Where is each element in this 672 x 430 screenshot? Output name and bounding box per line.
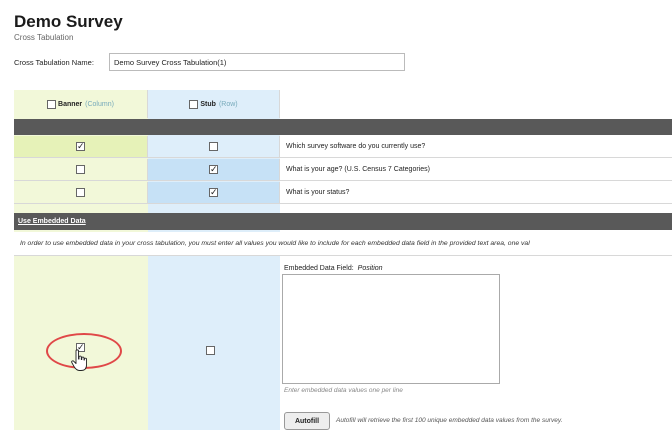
autofill-button[interactable]: Autofill: [284, 412, 330, 430]
embedded-field-value: Position: [357, 265, 383, 272]
banner-select-all-checkbox[interactable]: [47, 99, 57, 109]
stub-cell: ✓: [148, 159, 280, 180]
embedded-stub-checkbox[interactable]: [206, 346, 215, 355]
banner-cell: ✓: [14, 136, 148, 157]
stub-header-label: Stub: [200, 100, 216, 108]
crosstab-name-input[interactable]: [109, 53, 405, 71]
banner-checkbox[interactable]: ✓: [76, 142, 85, 151]
stub-cell: [148, 136, 280, 157]
hand-cursor-icon: [71, 349, 87, 371]
banner-header-label: Banner: [58, 100, 83, 108]
stub-header-sub: (Row): [218, 100, 238, 108]
embedded-values-textarea[interactable]: [282, 274, 500, 384]
banner-cell: [14, 159, 148, 180]
use-embedded-data-link[interactable]: Use Embedded Data: [14, 213, 672, 230]
banner-header[interactable]: Banner (Column): [14, 90, 148, 118]
banner-header-sub: (Column): [85, 100, 114, 108]
question-text: Which survey software do you currently u…: [286, 143, 426, 150]
embedded-field-label-text: Embedded Data Field:: [284, 265, 354, 272]
stub-cell: ✓: [148, 182, 280, 203]
crosstab-name-label: Cross Tabulation Name:: [14, 58, 94, 67]
banner-checkbox[interactable]: [76, 188, 85, 197]
stub-header[interactable]: Stub (Row): [148, 90, 280, 118]
embedded-field-label: Embedded Data Field: Position: [284, 265, 383, 272]
embedded-data-note: In order to use embedded data in your cr…: [14, 232, 672, 256]
question-row: ✓ What is your age? (U.S. Census 7 Categ…: [14, 159, 672, 181]
page-subtitle: Cross Tabulation: [14, 33, 74, 42]
banner-checkbox[interactable]: [76, 165, 85, 174]
question-text: What is your age? (U.S. Census 7 Categor…: [286, 166, 430, 173]
stub-checkbox[interactable]: ✓: [209, 165, 218, 174]
embedded-values-help: Enter embedded data values one per line: [284, 387, 403, 394]
section-divider: [14, 119, 672, 135]
question-row: ✓ Which survey software do you currently…: [14, 136, 672, 158]
stub-checkbox[interactable]: [209, 142, 218, 151]
stub-select-all-checkbox[interactable]: [189, 99, 199, 109]
question-text: What is your status?: [286, 189, 350, 196]
stub-checkbox[interactable]: ✓: [209, 188, 218, 197]
banner-cell: [14, 182, 148, 203]
autofill-description: Autofill will retrieve the first 100 uni…: [336, 417, 563, 424]
page-title: Demo Survey: [14, 12, 123, 31]
question-row: ✓ What is your status?: [14, 182, 672, 204]
